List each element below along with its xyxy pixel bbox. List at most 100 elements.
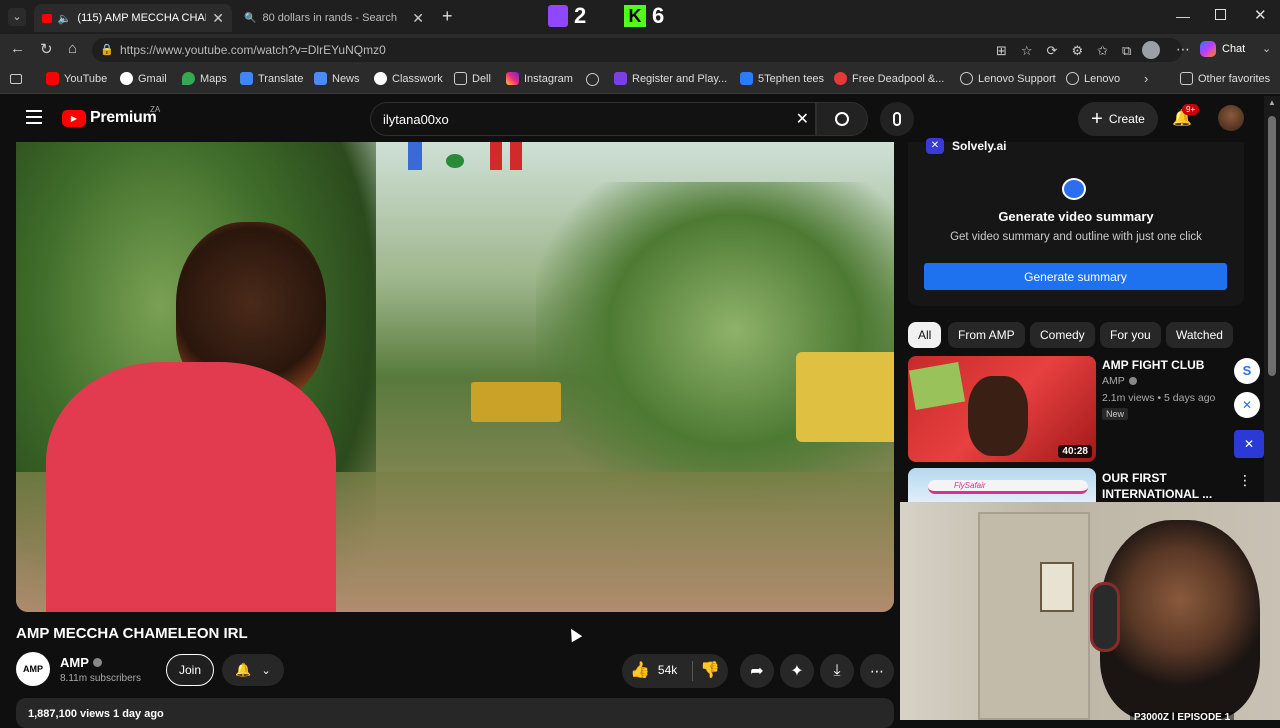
favorite-lenovo-support[interactable]: Lenovo Support: [960, 72, 1056, 85]
globe-icon: [960, 72, 973, 85]
join-button[interactable]: Join: [166, 654, 214, 686]
chip-from-amp[interactable]: From AMP: [948, 322, 1025, 348]
favorite-label: Translate: [258, 72, 304, 85]
favorite-deadpool[interactable]: Free Deadpool &...: [834, 72, 944, 85]
description-box[interactable]: 1,887,100 views 1 day ago: [16, 698, 894, 728]
globe-icon[interactable]: [586, 73, 599, 86]
favorite-label: 5Tephen tees: [758, 72, 825, 85]
favorite-translate[interactable]: Translate: [240, 72, 303, 85]
more-actions-button[interactable]: ⋯: [860, 654, 894, 688]
favorite-label: Classwork: [392, 72, 443, 85]
favorite-maps[interactable]: Maps: [182, 72, 227, 85]
voice-search-button[interactable]: [880, 102, 914, 136]
browser-tab-bar: ⌄ 🔈 (115) AMP MECCHA CHAMEL... ✕ 🔍 80 do…: [0, 0, 1280, 34]
chip-watched[interactable]: Watched: [1166, 322, 1233, 348]
rec-more-icon[interactable]: ⋮: [1238, 472, 1252, 489]
favorite-register[interactable]: Register and Play...: [614, 72, 727, 85]
region-code: ZA: [150, 105, 161, 114]
favorite-classwork[interactable]: Classwork: [374, 72, 443, 85]
favorites-toggle-icon[interactable]: [10, 74, 22, 84]
hamburger-menu-icon[interactable]: [26, 110, 42, 124]
chevron-right-icon[interactable]: ›: [1144, 71, 1148, 86]
channel-name[interactable]: AMP: [60, 655, 102, 670]
tab-close-icon[interactable]: ✕: [412, 10, 424, 27]
subscriber-count: 8.11m subscribers: [60, 673, 141, 684]
favorites-bar: YouTube Gmail Maps Translate News Classw…: [0, 66, 1280, 94]
sparkle-icon: ✦: [790, 663, 804, 680]
rec-meta: 2.1m views • 5 days ago: [1102, 392, 1216, 404]
new-tab-plus-icon[interactable]: +: [442, 6, 453, 27]
favorite-news[interactable]: News: [314, 72, 360, 85]
like-button[interactable]: 👍 54k: [630, 660, 677, 680]
extension-s-button[interactable]: S: [1234, 358, 1260, 384]
copilot-chat-button[interactable]: Chat: [1200, 41, 1245, 57]
extension-x-button[interactable]: ✕: [1234, 392, 1260, 418]
search-icon: [835, 112, 849, 126]
maximize-icon[interactable]: [1215, 9, 1226, 20]
audio-speaker-icon[interactable]: 🔈: [58, 12, 72, 25]
favorite-youtube[interactable]: YouTube: [46, 72, 107, 85]
tab-search[interactable]: 🔍 80 dollars in rands - Search ✕: [236, 4, 432, 32]
scrollbar-thumb[interactable]: [1268, 116, 1276, 376]
home-icon[interactable]: ⌂: [68, 40, 77, 57]
channel-avatar[interactable]: AMP: [16, 652, 50, 686]
subscribed-notifications-button[interactable]: 🔔 ⌄: [222, 654, 284, 686]
other-favorites[interactable]: Other favorites: [1180, 72, 1270, 85]
rec-channel-text: AMP: [1102, 375, 1125, 387]
thumbs-up-icon: 👍: [630, 662, 650, 679]
tab-close-icon[interactable]: ✕: [212, 10, 224, 27]
chip-for-you[interactable]: For you: [1100, 322, 1161, 348]
refresh-icon[interactable]: ↻: [40, 40, 53, 58]
favorite-dell[interactable]: Dell: [454, 72, 491, 85]
favorite-5tephen-tees[interactable]: 5Tephen tees: [740, 72, 824, 85]
rec-channel: AMP: [1102, 375, 1137, 387]
notifications-button[interactable]: 🔔 9+: [1172, 104, 1200, 130]
favorite-gmail[interactable]: Gmail: [120, 72, 167, 85]
search-input[interactable]: ilytana00xo ✕: [370, 102, 816, 136]
profile-avatar[interactable]: [1142, 41, 1160, 59]
favorite-label: Register and Play...: [632, 72, 728, 85]
youtube-logo[interactable]: ▶ Premium: [62, 109, 157, 127]
chevron-down-icon: ⌄: [261, 664, 271, 677]
search-button[interactable]: [816, 102, 868, 136]
scroll-up-icon[interactable]: ▲: [1268, 98, 1276, 107]
wall-poster: [1040, 562, 1074, 612]
scrollbar-track[interactable]: ▲: [1264, 96, 1280, 502]
google-icon: [374, 72, 387, 85]
download-button[interactable]: ⤓: [820, 654, 854, 688]
ask-ai-button[interactable]: ✦: [780, 654, 814, 688]
video-player[interactable]: [16, 142, 894, 612]
account-avatar[interactable]: [1218, 105, 1244, 131]
favorite-label: Instagram: [524, 72, 573, 85]
translate-icon: [240, 72, 253, 85]
generate-summary-button[interactable]: Generate summary: [924, 263, 1227, 290]
back-icon[interactable]: ←: [10, 40, 25, 57]
clear-search-icon[interactable]: ✕: [796, 109, 809, 129]
more-menu-icon[interactable]: ⋯: [1176, 41, 1190, 58]
chip-all[interactable]: All: [908, 322, 942, 348]
game-icon: [614, 72, 627, 85]
new-badge: New: [1102, 408, 1129, 420]
chevron-down-icon[interactable]: ⌄: [1262, 42, 1271, 55]
favorite-instagram[interactable]: Instagram: [506, 72, 573, 85]
window-close-icon[interactable]: ✕: [1254, 6, 1267, 24]
video-scene: [16, 142, 894, 612]
recommendation-item[interactable]: 40:28 AMP FIGHT CLUB AMP 2.1m views • 5 …: [908, 356, 1228, 462]
dislike-button[interactable]: 👎: [700, 660, 720, 680]
recommendation-item[interactable]: FlySafair OUR FIRST INTERNATIONAL ... ⋮: [908, 468, 1254, 504]
download-icon: ⤓: [833, 662, 841, 679]
create-button[interactable]: + Create: [1078, 102, 1158, 136]
minimize-icon[interactable]: —: [1176, 8, 1190, 24]
extensions-icons[interactable]: ⊞☆⟳⚙✩⧉: [996, 43, 1145, 59]
solvely-side-button[interactable]: ✕: [1234, 430, 1264, 458]
views-and-date: 1,887,100 views 1 day ago: [28, 708, 164, 720]
youtube-favicon-icon: [42, 13, 52, 23]
generate-summary-label: Generate summary: [1024, 269, 1127, 284]
chip-comedy[interactable]: Comedy: [1030, 322, 1095, 348]
like-count: 54k: [657, 663, 678, 677]
tab-menu-chevron-icon[interactable]: ⌄: [8, 8, 26, 26]
favorite-lenovo[interactable]: Lenovo: [1066, 72, 1120, 85]
share-button[interactable]: ➦: [740, 654, 774, 688]
tab-youtube-video[interactable]: 🔈 (115) AMP MECCHA CHAMEL... ✕: [34, 4, 232, 32]
tab-label: (115) AMP MECCHA CHAMEL...: [77, 12, 206, 24]
